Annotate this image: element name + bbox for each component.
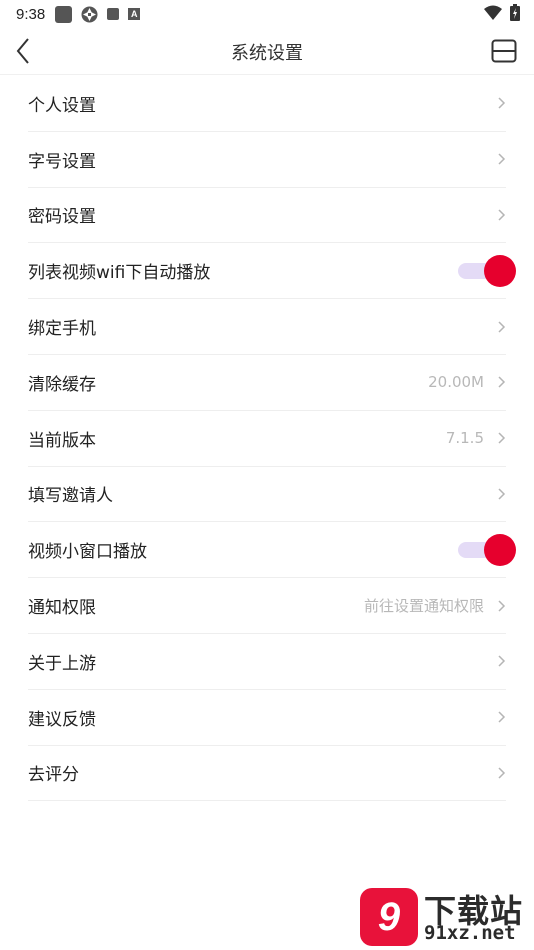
- title-bar: 系统设置: [0, 28, 534, 75]
- settings-row-right: [496, 96, 506, 110]
- settings-row-6[interactable]: 当前版本 7.1.5: [28, 411, 506, 467]
- toggle-switch[interactable]: [456, 533, 516, 566]
- watermark-url: 91xz.net: [424, 922, 516, 944]
- settings-row-right: [456, 533, 516, 566]
- settings-row-3[interactable]: 列表视频wifi下自动播放: [28, 243, 516, 300]
- layout-split-icon[interactable]: [491, 38, 517, 64]
- settings-row-right: [496, 208, 506, 222]
- a-badge-icon: A: [128, 8, 141, 20]
- chevron-right-icon: [498, 376, 506, 388]
- settings-row-label: 关于上游: [28, 653, 96, 674]
- notification-square-icon: [55, 5, 73, 23]
- settings-row-label: 密码设置: [28, 207, 96, 228]
- chevron-right-icon: [498, 209, 506, 221]
- settings-row-11[interactable]: 建议反馈: [28, 690, 506, 746]
- settings-row-label: 当前版本: [28, 430, 96, 451]
- chevron-right-icon: [498, 432, 506, 444]
- chevron-right-icon: [498, 153, 506, 165]
- settings-row-right: [456, 254, 516, 287]
- settings-row-0[interactable]: 个人设置: [28, 76, 506, 132]
- settings-row-label: 去评分: [28, 765, 79, 786]
- settings-row-right: 前往设置通知权限: [364, 595, 506, 616]
- toggle-knob: [484, 533, 516, 566]
- settings-row-label: 列表视频wifi下自动播放: [28, 263, 211, 284]
- status-bar: 9:38 A: [0, 0, 534, 28]
- settings-row-8[interactable]: 视频小窗口播放: [28, 522, 516, 579]
- settings-row-right: [496, 654, 506, 668]
- status-time: 9:38: [16, 5, 46, 23]
- stop-square-icon: [107, 8, 120, 20]
- settings-row-10[interactable]: 关于上游: [28, 634, 506, 690]
- watermark-logo: 9 下载站 91xz.net: [360, 886, 530, 948]
- chevron-right-icon: [498, 488, 506, 500]
- chevron-right-icon: [498, 767, 506, 779]
- wifi-icon: [484, 5, 502, 20]
- settings-row-right: 20.00M: [428, 373, 506, 391]
- settings-row-label: 建议反馈: [28, 709, 96, 730]
- settings-row-2[interactable]: 密码设置: [28, 188, 506, 244]
- settings-row-value: 20.00M: [428, 373, 484, 392]
- chevron-right-icon: [498, 97, 506, 109]
- settings-row-right: [496, 487, 506, 501]
- chevron-right-icon: [498, 321, 506, 333]
- settings-row-right: [496, 152, 506, 166]
- settings-row-4[interactable]: 绑定手机: [28, 299, 506, 355]
- settings-row-value: 7.1.5: [445, 429, 484, 448]
- battery-charging-icon: [510, 4, 520, 21]
- chevron-right-icon: [498, 711, 506, 723]
- settings-row-12[interactable]: 去评分: [28, 746, 506, 802]
- settings-row-7[interactable]: 填写邀请人: [28, 467, 506, 523]
- settings-row-label: 填写邀请人: [28, 486, 113, 507]
- toggle-switch[interactable]: [456, 254, 516, 287]
- toggle-knob: [484, 254, 516, 287]
- settings-row-right: [496, 710, 506, 724]
- settings-row-value: 前往设置通知权限: [363, 597, 484, 616]
- settings-row-label: 个人设置: [28, 95, 96, 116]
- settings-row-label: 清除缓存: [28, 374, 96, 395]
- settings-row-label: 视频小窗口播放: [28, 542, 147, 563]
- settings-row-right: [496, 320, 506, 334]
- settings-row-label: 字号设置: [28, 151, 96, 172]
- settings-row-5[interactable]: 清除缓存 20.00M: [28, 355, 506, 411]
- settings-row-label: 通知权限: [28, 598, 96, 619]
- settings-row-right: [496, 766, 506, 780]
- chevron-right-icon: [498, 600, 506, 612]
- settings-row-1[interactable]: 字号设置: [28, 132, 506, 188]
- watermark-badge: 9: [360, 888, 418, 946]
- settings-row-right: 7.1.5: [446, 429, 506, 447]
- chevron-right-icon: [498, 655, 506, 667]
- settings-row-label: 绑定手机: [28, 319, 96, 340]
- page-title: 系统设置: [231, 43, 303, 64]
- settings-list: 个人设置 字号设置 密码设置 列表视频wifi下自动播放 绑定手机 清除缓存 2…: [28, 76, 516, 802]
- aperture-icon: [81, 6, 98, 22]
- settings-row-9[interactable]: 通知权限 前往设置通知权限: [28, 578, 506, 634]
